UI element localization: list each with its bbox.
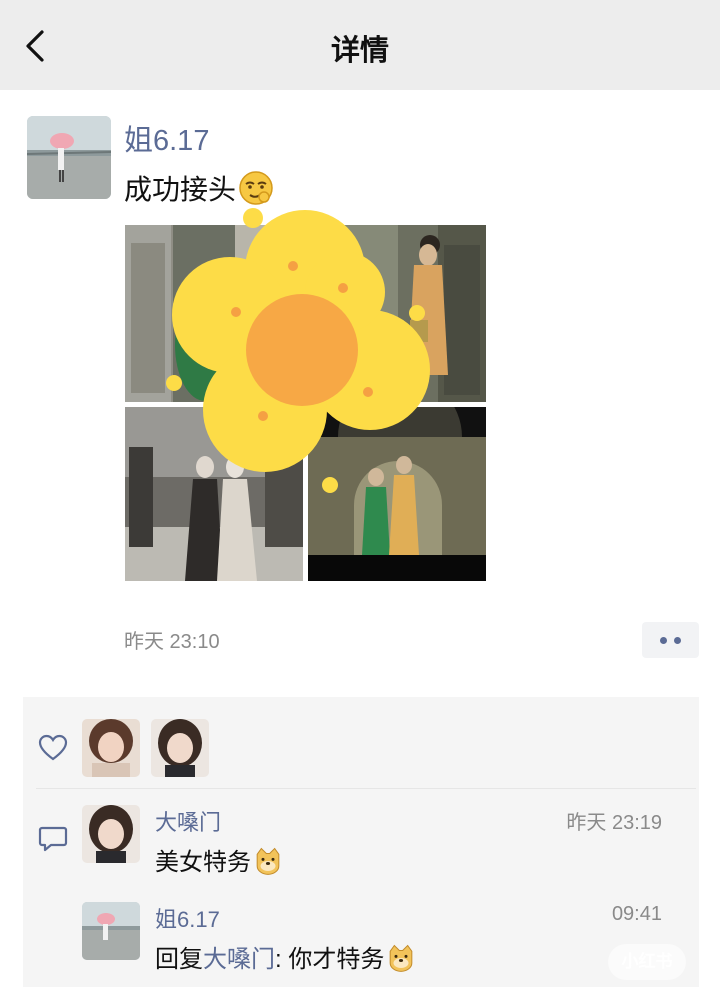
reply-separator: :	[275, 946, 289, 973]
reply-text-content: 你才特务	[288, 946, 385, 973]
reply-prefix: 回复	[155, 946, 203, 973]
divider	[36, 788, 696, 789]
top-nav-bar: 详情	[0, 0, 720, 90]
post-timestamp: 昨天 23:10	[124, 631, 220, 653]
post-photo-2[interactable]	[308, 225, 486, 402]
post-text-content: 成功接头	[124, 174, 237, 205]
dog-emoji-icon	[256, 847, 280, 875]
author-name[interactable]: 姐6.17	[124, 117, 209, 159]
more-options-button[interactable]	[642, 622, 699, 658]
reply-text: 回复大嗓门: 你才特务	[155, 939, 416, 974]
comment-time: 09:41	[611, 903, 662, 925]
commenter-avatar[interactable]	[82, 805, 140, 863]
dog-emoji-icon	[390, 944, 413, 972]
comment-text: 美女特务	[155, 842, 283, 877]
more-dots-icon	[660, 637, 667, 644]
commenter-name[interactable]: 大嗓门	[155, 805, 221, 837]
commenter-avatar[interactable]	[82, 902, 140, 960]
post-photo-4[interactable]	[308, 407, 486, 581]
post-photo-1[interactable]	[125, 225, 303, 402]
comment-text-content: 美女特务	[155, 849, 251, 876]
more-dots-icon	[674, 637, 681, 644]
heart-icon	[38, 734, 68, 761]
liker-avatar[interactable]	[151, 719, 209, 777]
comment-time: 昨天 23:19	[566, 812, 662, 834]
watermark: 小红书	[608, 944, 686, 980]
reply-to-name[interactable]: 大嗓门	[203, 946, 275, 973]
liker-avatar[interactable]	[82, 719, 140, 777]
comment-icon	[38, 826, 68, 852]
author-avatar[interactable]	[27, 116, 111, 199]
page-title: 详情	[330, 35, 389, 67]
post-text: 成功接头	[124, 168, 274, 208]
smirk-emoji-icon	[239, 171, 273, 205]
commenter-name[interactable]: 姐6.17	[155, 902, 220, 934]
post-photo-3[interactable]	[125, 407, 303, 581]
